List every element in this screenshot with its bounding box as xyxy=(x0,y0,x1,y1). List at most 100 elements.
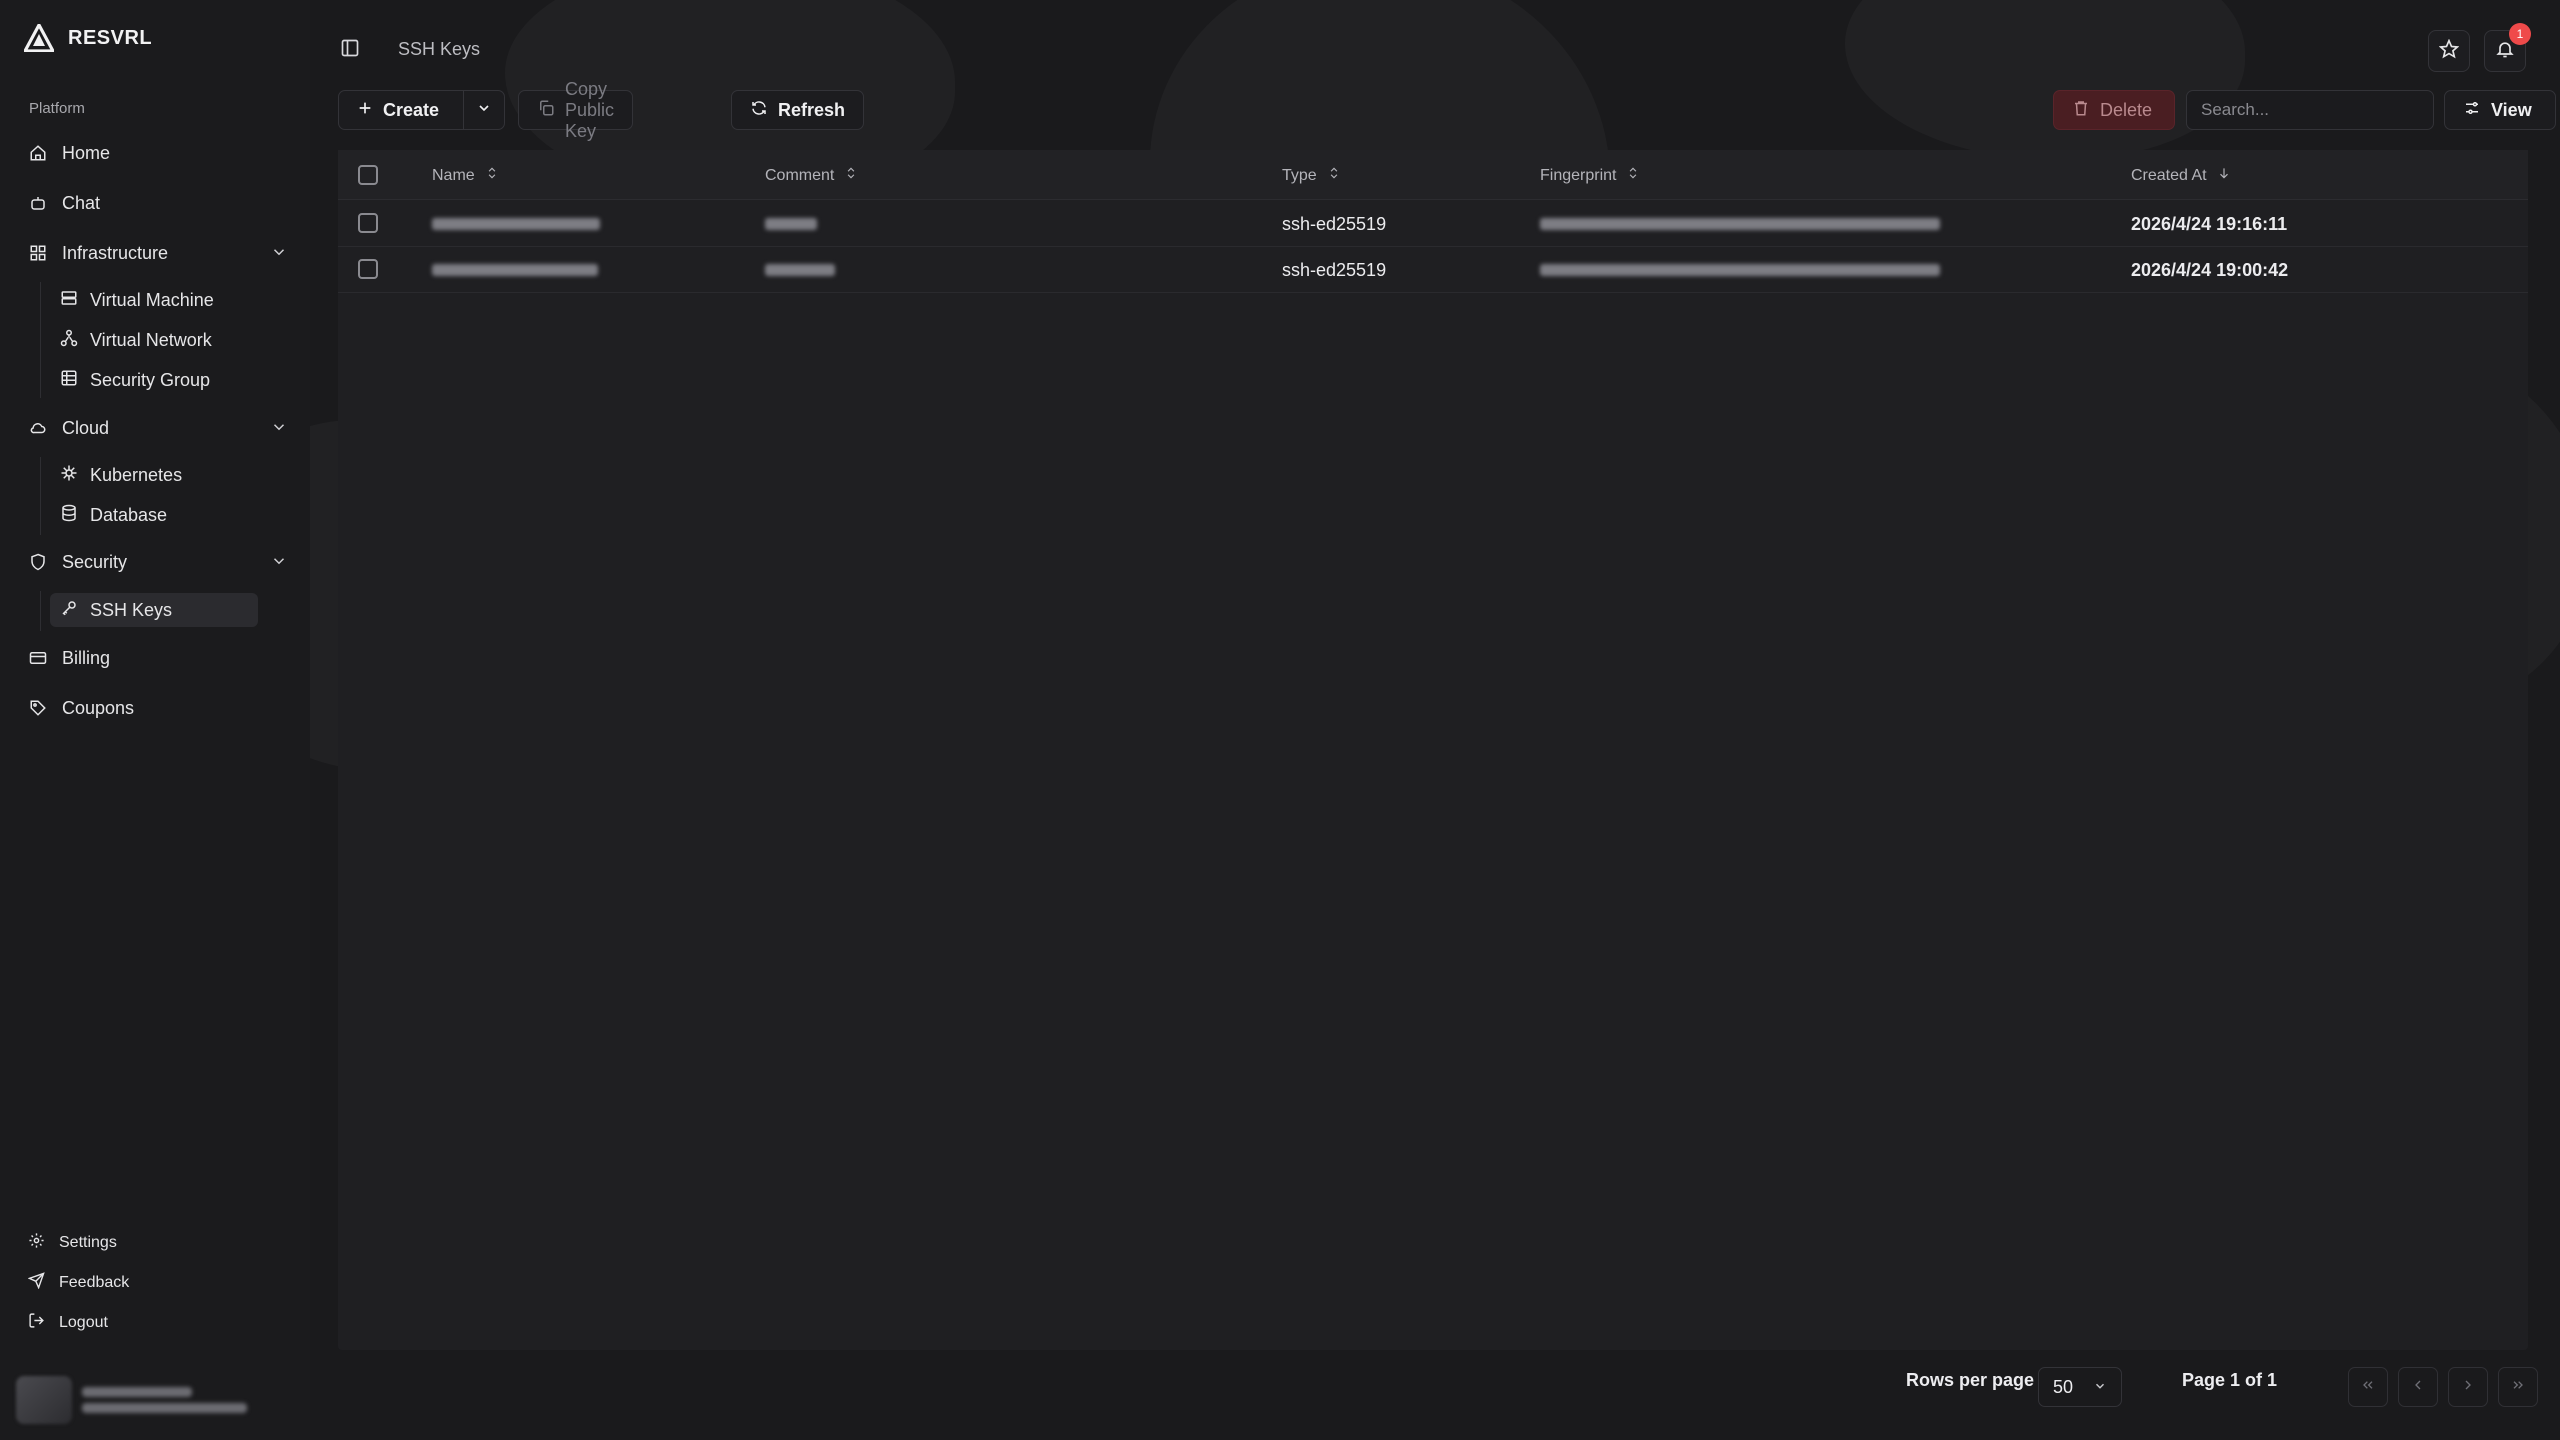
top-bar: SSH Keys 1 xyxy=(310,0,2560,90)
column-header-label: Created At xyxy=(2131,166,2207,184)
sidebar-item-label: Cloud xyxy=(62,417,110,438)
sidebar-item-label: Database xyxy=(90,504,168,525)
network-icon xyxy=(60,329,78,352)
create-button-label: Create xyxy=(383,99,440,120)
grid-icon xyxy=(28,243,48,263)
redacted-fingerprint xyxy=(1540,264,1940,276)
sort-icon xyxy=(844,165,858,186)
sidebar-item-cloud[interactable]: Cloud xyxy=(28,411,290,445)
sidebar-item-security-group[interactable]: Security Group xyxy=(58,363,258,397)
sidebar-item-label: Coupons xyxy=(62,697,135,718)
sidebar-item-label: SSH Keys xyxy=(90,599,173,620)
breadcrumb[interactable]: SSH Keys xyxy=(398,39,480,60)
brand-name: RESVRL xyxy=(68,26,153,49)
row-checkbox[interactable] xyxy=(358,213,378,233)
sidebar-item-label: Kubernetes xyxy=(90,464,183,485)
chevrons-left-icon xyxy=(2360,1377,2376,1398)
home-icon xyxy=(28,143,48,163)
table-row[interactable]: ssh-ed25519 2026/4/24 19:00:42 xyxy=(338,247,2528,293)
trash-icon xyxy=(2072,99,2090,122)
view-button-label: View xyxy=(2491,99,2532,120)
select-all-checkbox[interactable] xyxy=(358,165,378,185)
shield-icon xyxy=(28,552,48,572)
copy-public-key-button[interactable]: Copy Public Key xyxy=(518,79,634,141)
row-created-at: 2026/4/24 19:00:42 xyxy=(2131,260,2289,280)
column-header-label: Type xyxy=(1282,166,1317,184)
column-header-fingerprint[interactable]: Fingerprint xyxy=(1540,165,1640,186)
refresh-icon xyxy=(750,99,768,122)
search-input[interactable] xyxy=(2186,90,2434,130)
copy-public-key-label: Copy Public Key xyxy=(565,78,615,141)
table-row[interactable]: ssh-ed25519 2026/4/24 19:16:11 xyxy=(338,201,2528,247)
notification-badge: 1 xyxy=(2509,23,2531,45)
sidebar-group-label: Platform xyxy=(29,100,85,117)
view-options-button[interactable]: View xyxy=(2444,90,2556,130)
cloud-icon xyxy=(28,418,48,438)
chevron-down-icon xyxy=(476,100,492,121)
favorite-button[interactable] xyxy=(2428,30,2470,72)
column-header-comment[interactable]: Comment xyxy=(765,165,858,186)
last-page-button[interactable] xyxy=(2498,1367,2538,1407)
main-content: SSH Keys 1 Create Copy Public Key Refres… xyxy=(310,0,2560,1440)
user-info-redacted xyxy=(82,1381,247,1419)
sidebar-item-label: Billing xyxy=(62,647,111,668)
chevron-down-icon[interactable] xyxy=(270,243,288,266)
sidebar-item-label: Home xyxy=(62,142,111,163)
brand[interactable]: RESVRL xyxy=(24,24,152,52)
chevron-down-icon[interactable] xyxy=(270,552,288,575)
sidebar-item-label: Security Group xyxy=(90,369,211,390)
notifications-button[interactable]: 1 xyxy=(2484,23,2531,72)
sidebar-item-billing[interactable]: Billing xyxy=(28,641,290,675)
sidebar-item-virtual-network[interactable]: Virtual Network xyxy=(58,323,258,357)
credit-card-icon xyxy=(28,648,48,668)
page-info: Page 1 of 1 xyxy=(2182,1370,2278,1390)
table-header: Name Comment Type Fingerprint Created At xyxy=(338,150,2528,200)
brand-logo-icon xyxy=(24,24,54,52)
sidebar-item-coupons[interactable]: Coupons xyxy=(28,691,290,725)
refresh-button[interactable]: Refresh xyxy=(731,90,865,130)
row-type: ssh-ed25519 xyxy=(1282,260,1387,280)
row-created-at: 2026/4/24 19:16:11 xyxy=(2131,214,2288,234)
redacted-name xyxy=(432,218,600,230)
copy-icon xyxy=(537,99,555,122)
database-icon xyxy=(60,504,78,527)
sidebar-item-infrastructure[interactable]: Infrastructure xyxy=(28,236,290,270)
column-header-name[interactable]: Name xyxy=(432,165,499,186)
chevrons-right-icon xyxy=(2510,1377,2526,1398)
previous-page-button[interactable] xyxy=(2398,1367,2438,1407)
row-checkbox[interactable] xyxy=(358,259,378,279)
next-page-button[interactable] xyxy=(2448,1367,2488,1407)
sidebar-item-ssh-keys[interactable]: SSH Keys xyxy=(50,593,258,627)
create-options-button[interactable] xyxy=(463,90,505,130)
sliders-icon xyxy=(2463,99,2481,122)
sidebar-item-database[interactable]: Database xyxy=(58,498,258,532)
sidebar-toggle-icon[interactable] xyxy=(340,38,360,63)
sidebar-item-kubernetes[interactable]: Kubernetes xyxy=(58,458,258,492)
create-button[interactable]: Create xyxy=(338,90,464,130)
refresh-button-label: Refresh xyxy=(778,99,846,120)
sidebar-item-chat[interactable]: Chat xyxy=(28,186,290,220)
delete-button[interactable]: Delete xyxy=(2053,90,2175,130)
chevron-down-icon xyxy=(2093,1377,2107,1398)
sidebar-item-virtual-machine[interactable]: Virtual Machine xyxy=(58,283,258,317)
column-header-created-at[interactable]: Created At xyxy=(2131,165,2231,186)
column-header-type[interactable]: Type xyxy=(1282,165,1341,186)
table-icon xyxy=(60,369,78,392)
sidebar-item-settings[interactable]: Settings xyxy=(28,1228,117,1258)
sidebar-subtree-line xyxy=(40,282,41,398)
sidebar-item-security[interactable]: Security xyxy=(28,545,290,579)
sidebar-item-logout[interactable]: Logout xyxy=(28,1308,108,1338)
sidebar-item-label: Virtual Machine xyxy=(90,289,214,310)
plus-icon xyxy=(357,100,373,121)
sidebar-item-home[interactable]: Home xyxy=(28,136,290,170)
rows-per-page-select[interactable]: 50 xyxy=(2038,1367,2122,1407)
sidebar-item-feedback[interactable]: Feedback xyxy=(27,1268,129,1298)
user-profile[interactable] xyxy=(16,1376,247,1424)
redacted-name xyxy=(432,264,598,276)
rows-per-page-label: Rows per page xyxy=(1906,1370,2035,1390)
sort-icon xyxy=(1626,165,1640,186)
chevron-down-icon[interactable] xyxy=(270,418,288,441)
redacted-fingerprint xyxy=(1540,218,1940,230)
first-page-button[interactable] xyxy=(2348,1367,2388,1407)
key-icon xyxy=(60,599,78,622)
